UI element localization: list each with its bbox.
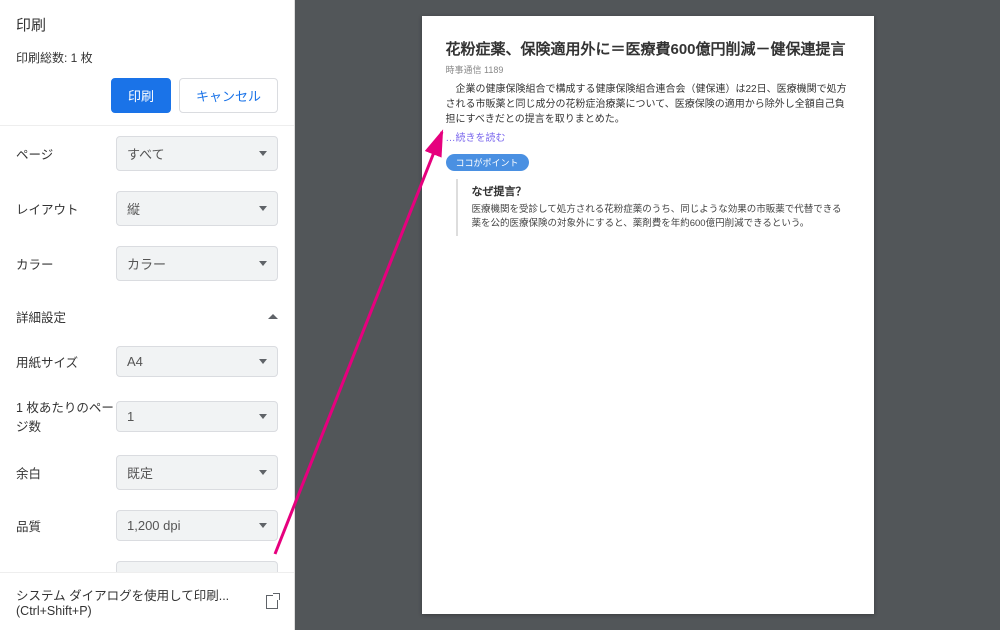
persheet-label: 1 枚あたりのページ数 — [16, 397, 116, 435]
caret-down-icon — [259, 470, 267, 475]
paper-label: 用紙サイズ — [16, 352, 116, 371]
dialog-header: 印刷 印刷総数: 1 枚 印刷 キャンセル — [0, 0, 294, 125]
caret-down-icon — [259, 414, 267, 419]
article-body: 企業の健康保険組合で構成する健康保険組合連合会（健保連）は22日、医療機関で処方… — [446, 82, 850, 127]
point-badge: ココがポイント — [446, 154, 529, 171]
caret-down-icon — [259, 359, 267, 364]
sysdialog-label: システム ダイアログを使用して印刷... (Ctrl+Shift+P) — [16, 585, 266, 618]
layout-select[interactable]: 縦 — [116, 191, 278, 226]
pages-select[interactable]: すべて — [116, 136, 278, 171]
margin-label: 余白 — [16, 463, 116, 482]
chevron-up-icon — [268, 314, 278, 319]
preview-page: 花粉症薬、保険適用外に＝医療費600億円削減－健保連提言 時事通信 1189 企… — [422, 16, 874, 614]
cancel-button[interactable]: キャンセル — [179, 78, 278, 113]
print-summary: 印刷総数: 1 枚 — [16, 49, 278, 66]
caret-down-icon — [259, 261, 267, 266]
layout-label: レイアウト — [16, 199, 116, 218]
point-box: なぜ提言？ 医療機関を受診して処方される花粉症薬のうち、同じような効果の市販薬で… — [456, 179, 850, 236]
caret-down-icon — [259, 523, 267, 528]
margin-select[interactable]: 既定 — [116, 455, 278, 490]
paper-select[interactable]: A4 — [116, 346, 278, 377]
persheet-select[interactable]: 1 — [116, 401, 278, 432]
dialog-title: 印刷 — [16, 14, 278, 35]
article-meta: 時事通信 1189 — [446, 63, 850, 76]
color-select[interactable]: カラー — [116, 246, 278, 281]
scale-select[interactable]: 既定 — [116, 561, 278, 572]
preview-pane: 花粉症薬、保険適用外に＝医療費600億円削減－健保連提言 時事通信 1189 企… — [295, 0, 1000, 630]
caret-down-icon — [259, 151, 267, 156]
caret-down-icon — [259, 206, 267, 211]
color-label: カラー — [16, 254, 116, 273]
quality-select[interactable]: 1,200 dpi — [116, 510, 278, 541]
readmore-link: …続きを読む — [446, 129, 850, 144]
point-title: なぜ提言？ — [472, 183, 850, 199]
settings-scroll[interactable]: ページ すべて レイアウト 縦 カラー カラー 詳細設定 用紙サイズ A4 1 … — [0, 125, 294, 572]
system-dialog-link[interactable]: システム ダイアログを使用して印刷... (Ctrl+Shift+P) — [0, 572, 294, 630]
advanced-label: 詳細設定 — [16, 307, 66, 326]
article-title: 花粉症薬、保険適用外に＝医療費600億円削減－健保連提言 — [446, 38, 850, 59]
advanced-toggle[interactable]: 詳細設定 — [0, 291, 294, 336]
quality-label: 品質 — [16, 516, 116, 535]
point-body: 医療機関を受診して処方される花粉症薬のうち、同じような効果の市販薬で代替できる薬… — [472, 203, 850, 232]
print-dialog: 印刷 印刷総数: 1 枚 印刷 キャンセル ページ すべて レイアウト 縦 カラ… — [0, 0, 295, 630]
print-button[interactable]: 印刷 — [111, 78, 171, 113]
pages-label: ページ — [16, 144, 116, 163]
external-link-icon — [266, 595, 278, 609]
